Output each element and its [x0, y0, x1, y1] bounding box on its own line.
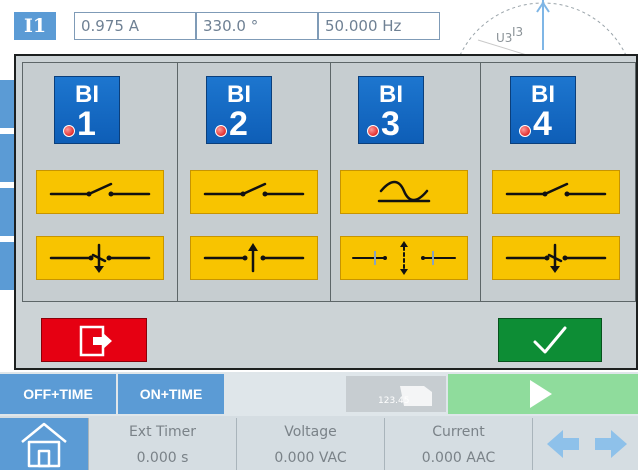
binary-input-number: 4 [533, 105, 552, 143]
home-icon [21, 422, 67, 468]
voltage-value: 0.000 VAC [274, 450, 347, 466]
ac-voltage-icon [377, 180, 431, 203]
binary-input-number: 1 [77, 105, 96, 143]
binary-input-1-icon[interactable]: BI 1 [54, 76, 120, 144]
voltage-cell: Voltage 0.000 VAC [236, 418, 384, 470]
binary-input-4-icon[interactable]: BI 4 [510, 76, 576, 144]
rising-edge-icon [203, 243, 305, 273]
exit-button[interactable] [41, 318, 147, 362]
binary-input-label: BI [75, 81, 99, 108]
status-led-icon [519, 125, 531, 137]
current-value: 0.000 AAC [421, 450, 496, 466]
vector-label-u3: U3 [496, 31, 512, 45]
off-time-button[interactable]: OFF+TIME [0, 374, 116, 414]
trigger-edge-button-2[interactable] [190, 236, 318, 280]
channel-label[interactable]: I1 [14, 12, 56, 40]
arrow-right-icon [595, 430, 627, 458]
current-label: Current [432, 424, 485, 440]
vector-label-i3: I3 [512, 25, 523, 39]
ext-timer-label: Ext Timer [128, 424, 197, 440]
arrow-left-icon [547, 430, 579, 458]
navigation-arrows [532, 418, 638, 470]
trigger-edge-button-4[interactable] [492, 236, 620, 280]
normally-open-contact-icon [203, 182, 305, 197]
keypad-button[interactable]: 123.45 [346, 376, 446, 412]
home-button[interactable] [0, 418, 88, 470]
status-led-icon [215, 125, 227, 137]
checkmark-icon [533, 326, 567, 354]
both-edges-icon [352, 241, 456, 275]
current-cell: Current 0.000 AAC [384, 418, 532, 470]
contact-mode-button-4[interactable] [492, 170, 620, 214]
normally-open-contact-icon [505, 182, 607, 197]
voltage-label: Voltage [284, 424, 337, 440]
keypad-value: 123.45 [378, 396, 410, 406]
normally-open-contact-icon [49, 182, 151, 197]
arrow-icons [547, 430, 627, 458]
contact-mode-button-2[interactable] [190, 170, 318, 214]
phase-field[interactable]: 330.0 ° [196, 12, 318, 40]
contact-mode-button-3[interactable] [340, 170, 468, 214]
binary-input-label: BI [379, 81, 403, 108]
falling-edge-icon [49, 243, 151, 273]
frequency-field[interactable]: 50.000 Hz [318, 12, 440, 40]
binary-input-number: 2 [229, 105, 248, 143]
on-time-button[interactable]: ON+TIME [118, 374, 224, 414]
confirm-button[interactable] [498, 318, 602, 362]
contact-mode-button-1[interactable] [36, 170, 164, 214]
binary-input-3-icon[interactable]: BI 3 [358, 76, 424, 144]
exit-icon [79, 325, 112, 357]
trigger-edge-button-1[interactable] [36, 236, 164, 280]
falling-edge-icon [505, 243, 607, 273]
status-led-icon [367, 125, 379, 137]
binary-input-label: BI [227, 81, 251, 108]
keypad-hand-icon: 123.45 [378, 386, 432, 406]
start-button[interactable] [448, 374, 638, 414]
ext-timer-value: 0.000 s [136, 450, 189, 466]
binary-input-number: 3 [381, 105, 400, 143]
status-led-icon [63, 125, 75, 137]
play-icon [530, 380, 552, 408]
binary-input-label: BI [531, 81, 555, 108]
amplitude-field[interactable]: 0.975 A [74, 12, 196, 40]
binary-input-2-icon[interactable]: BI 2 [206, 76, 272, 144]
ext-timer-cell: Ext Timer 0.000 s [88, 418, 236, 470]
trigger-edge-button-3[interactable] [340, 236, 468, 280]
